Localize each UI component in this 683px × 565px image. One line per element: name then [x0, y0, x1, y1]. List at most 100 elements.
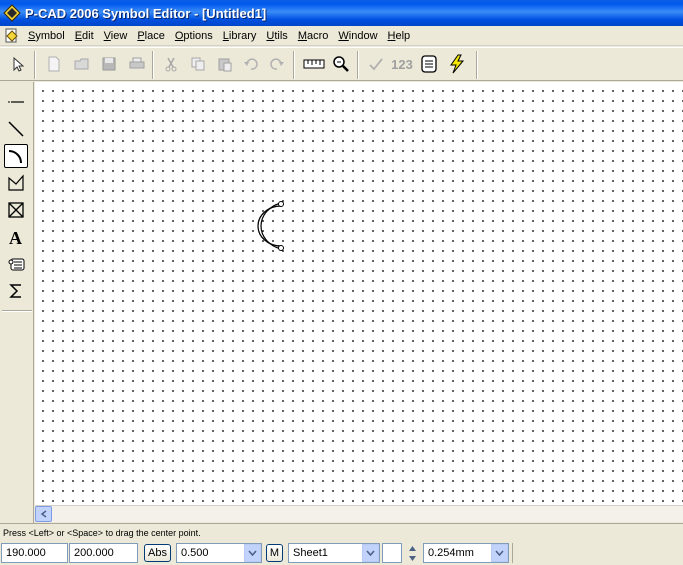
pointer-button[interactable] — [7, 53, 29, 75]
menu-macro[interactable]: Macro — [293, 27, 334, 45]
verify-button[interactable] — [365, 53, 387, 75]
spin-up-button[interactable] — [407, 543, 418, 553]
paste-button[interactable] — [214, 53, 236, 75]
x-coordinate-field[interactable]: 190.000 — [1, 543, 68, 563]
print-button[interactable] — [126, 53, 148, 75]
chevron-up-icon — [409, 545, 416, 551]
menu-edit[interactable]: Edit — [70, 27, 99, 45]
layers-icon — [421, 55, 437, 73]
new-icon — [48, 56, 60, 72]
menu-bar: Symbol Edit View Place Options Library U… — [0, 26, 683, 46]
line-width-select[interactable]: 0.254mm — [423, 543, 509, 563]
menu-view[interactable]: View — [99, 27, 133, 45]
save-button[interactable] — [98, 53, 120, 75]
tool-palette: A — [0, 82, 34, 523]
chevron-down-icon — [248, 550, 257, 556]
text-icon: A — [9, 228, 22, 247]
grid-dropdown-button[interactable] — [244, 544, 261, 562]
status-panel — [512, 543, 683, 563]
number-icon: 123 — [391, 56, 413, 72]
chevron-down-icon — [409, 555, 416, 561]
place-ref-point-tool[interactable] — [4, 198, 28, 222]
menu-symbol[interactable]: Symbol — [23, 27, 70, 45]
grid-value: 0.500 — [181, 547, 209, 559]
toolbar-separator — [357, 51, 359, 79]
window-title: P-CAD 2006 Symbol Editor - [Untitled1] — [25, 5, 267, 21]
sheet-dropdown-button[interactable] — [362, 544, 379, 562]
cut-button[interactable] — [160, 53, 182, 75]
open-icon — [74, 58, 89, 70]
copy-icon — [191, 57, 205, 71]
lightning-button[interactable] — [446, 53, 468, 75]
svg-text:A: A — [9, 228, 22, 247]
zoom-button[interactable] — [330, 53, 352, 75]
pointer-icon — [13, 56, 25, 72]
sheet-select[interactable]: Sheet1 — [288, 543, 380, 563]
menu-utils[interactable]: Utils — [261, 27, 292, 45]
menu-place[interactable]: Place — [132, 27, 170, 45]
line-width-dropdown-button[interactable] — [491, 544, 508, 562]
measure-button[interactable] — [302, 53, 326, 75]
layers-button[interactable] — [418, 53, 440, 75]
check-icon — [369, 58, 383, 71]
layer-color-swatch[interactable] — [382, 543, 402, 563]
attribute-icon — [8, 258, 25, 271]
toolbar-separator — [476, 51, 478, 79]
main-toolbar: 123 — [0, 47, 683, 81]
redo-button[interactable] — [266, 53, 288, 75]
drawing-canvas[interactable] — [35, 82, 683, 505]
grid-select[interactable]: 0.500 — [176, 543, 262, 563]
horizontal-scrollbar[interactable] — [35, 505, 683, 522]
place-sum-tool[interactable] — [4, 279, 28, 303]
arc-object[interactable] — [35, 82, 683, 505]
pin-icon — [8, 101, 24, 103]
line-width-spinner[interactable] — [407, 543, 418, 563]
paste-icon — [218, 58, 232, 72]
new-button[interactable] — [43, 53, 65, 75]
abs-toggle-button[interactable]: Abs — [144, 544, 171, 562]
zoom-icon — [333, 56, 349, 72]
sigma-icon — [9, 284, 21, 298]
mode-toggle-button[interactable]: M — [266, 544, 283, 562]
line-width-value: 0.254mm — [428, 547, 474, 559]
chevron-down-icon — [495, 550, 504, 556]
app-logo-icon — [3, 4, 21, 22]
ruler-icon — [303, 59, 325, 69]
status-bar: Press <Left> or <Space> to drag the cent… — [0, 523, 683, 541]
undo-icon — [244, 58, 258, 70]
menu-help[interactable]: Help — [383, 27, 416, 45]
arc-icon — [8, 150, 22, 164]
title-bar: P-CAD 2006 Symbol Editor - [Untitled1] — [0, 0, 683, 26]
scroll-left-button[interactable] — [35, 506, 52, 522]
bottom-control-bar: 190.000 200.000 Abs 0.500 M Sheet1 0.254… — [0, 541, 683, 565]
polygon-icon — [8, 174, 24, 191]
cut-icon — [165, 57, 177, 72]
ref-point-icon — [8, 202, 24, 218]
spin-down-button[interactable] — [407, 553, 418, 563]
toolbar-separator — [293, 51, 295, 79]
status-message: Press <Left> or <Space> to drag the cent… — [3, 528, 201, 538]
save-icon — [102, 57, 116, 71]
place-pin-tool[interactable] — [4, 90, 28, 114]
menu-window[interactable]: Window — [333, 27, 382, 45]
chevron-down-icon — [366, 550, 375, 556]
sheet-value: Sheet1 — [293, 547, 328, 559]
toolbar-separator — [152, 51, 154, 79]
lightning-icon — [450, 54, 465, 74]
menu-library[interactable]: Library — [218, 27, 262, 45]
print-icon — [129, 57, 145, 69]
place-line-tool[interactable] — [4, 117, 28, 141]
place-attribute-tool[interactable] — [4, 252, 28, 276]
place-arc-tool[interactable] — [4, 144, 28, 168]
menu-options[interactable]: Options — [170, 27, 218, 45]
renumber-button[interactable]: 123 — [390, 53, 414, 75]
y-coordinate-field[interactable]: 200.000 — [69, 543, 138, 563]
place-text-tool[interactable]: A — [4, 225, 28, 249]
copy-button[interactable] — [187, 53, 209, 75]
chevron-left-icon — [40, 510, 46, 518]
document-icon[interactable] — [4, 28, 20, 44]
open-button[interactable] — [71, 53, 93, 75]
undo-button[interactable] — [240, 53, 262, 75]
palette-separator — [2, 310, 32, 312]
place-polygon-tool[interactable] — [4, 171, 28, 195]
